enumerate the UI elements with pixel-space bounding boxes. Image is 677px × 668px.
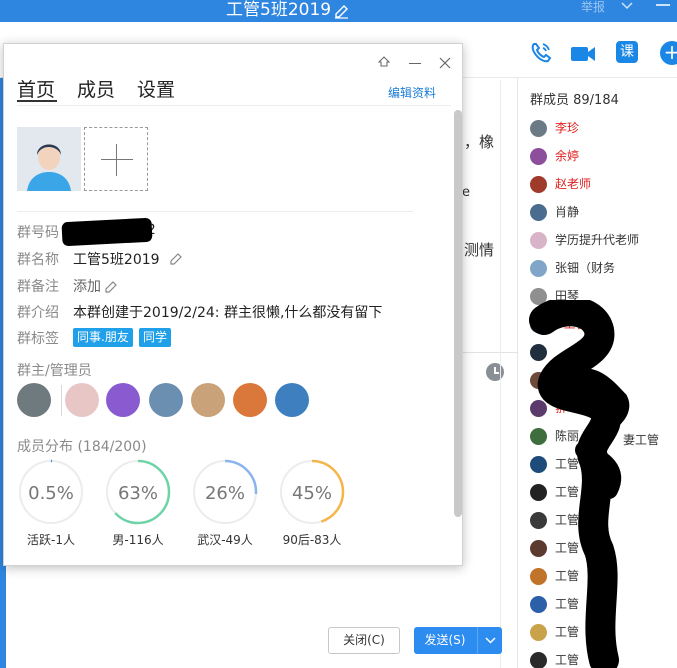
admin-avatar-6[interactable] xyxy=(275,383,309,417)
admin-avatar-1[interactable] xyxy=(65,383,99,417)
member-name: 肖静 xyxy=(555,205,580,219)
distribution-label: 成员分布 (184/200) xyxy=(17,436,147,456)
minimize-icon[interactable] xyxy=(409,63,421,64)
group-name-value: 工管5班2019 xyxy=(73,252,160,268)
tab-divider xyxy=(17,105,451,106)
redaction-mark xyxy=(61,217,153,247)
member-avatar xyxy=(530,120,547,137)
group-info-card: 首页 成员 设置 编辑资料 群号码 32 群名称 工管5班2019 群备注 添加… xyxy=(3,43,463,566)
member-avatar xyxy=(530,204,547,221)
close-icon[interactable] xyxy=(438,56,452,70)
member-name: 余婷 xyxy=(555,149,580,163)
admin-avatar-4[interactable] xyxy=(191,383,225,417)
title-bar: 工管5班2019 举报 xyxy=(0,0,677,22)
distribution-count: (184/200) xyxy=(77,439,147,455)
group-remark-add[interactable]: 添加 xyxy=(73,276,101,296)
group-tags-label: 群标签 xyxy=(17,331,59,347)
send-button[interactable]: 发送(S) xyxy=(414,627,502,654)
member-name: 赵老师 xyxy=(555,177,592,191)
group-title: 工管5班2019 xyxy=(226,0,332,20)
member-avatar xyxy=(530,148,547,165)
add-photo-button[interactable] xyxy=(84,127,148,191)
group-name-label: 群名称 xyxy=(17,252,59,268)
chevron-down-icon xyxy=(485,637,496,644)
group-tag[interactable]: 同事.朋友 xyxy=(73,328,133,347)
edit-name-icon[interactable] xyxy=(168,250,183,266)
member-count-header: 群成员 89/184 xyxy=(530,93,619,108)
edit-profile-link[interactable]: 编辑资料 xyxy=(388,84,436,101)
group-intro-label: 群介绍 xyxy=(17,305,59,321)
group-number-label: 群号码 xyxy=(17,225,59,241)
group-remark-label: 群备注 xyxy=(17,279,59,295)
member-avatar xyxy=(530,260,547,277)
group-tag[interactable]: 同学 xyxy=(139,328,172,347)
admin-divider xyxy=(61,385,62,416)
active-tab-indicator xyxy=(17,100,57,102)
chat-text-fragment: ，橡 xyxy=(464,133,495,151)
ring-percent: 45% xyxy=(291,483,332,504)
group-intro-value: 本群创建于2019/2/24: 群主很懒,什么都没有留下 xyxy=(73,305,383,321)
admin-avatar-3[interactable] xyxy=(149,383,183,417)
report-link[interactable]: 举报 xyxy=(581,0,605,14)
tab-members[interactable]: 成员 xyxy=(77,75,115,102)
member-name: 张钿（财务 xyxy=(555,261,616,275)
voice-call-icon[interactable] xyxy=(528,40,554,66)
tab-settings[interactable]: 设置 xyxy=(137,75,175,102)
chevron-down-icon[interactable] xyxy=(620,0,634,12)
member-avatar xyxy=(530,176,547,193)
admin-label: 群主/管理员 xyxy=(17,363,92,379)
ring-caption: 活跃-1人 xyxy=(27,533,75,547)
ring-caption: 90后-83人 xyxy=(282,533,342,547)
owner-avatar[interactable] xyxy=(17,383,51,417)
info-divider xyxy=(17,211,413,212)
tab-home[interactable]: 首页 xyxy=(17,75,55,102)
edit-remark-icon[interactable] xyxy=(103,278,118,294)
member-avatar xyxy=(530,232,547,249)
member-item[interactable]: 李珍 xyxy=(530,118,677,140)
member-item[interactable]: 肖静 xyxy=(530,202,677,224)
more-apps-button[interactable]: + xyxy=(660,41,677,65)
chat-scroll-track[interactable] xyxy=(500,80,516,668)
member-item[interactable]: 张钿（财务 xyxy=(530,258,677,280)
member-item[interactable]: 赵老师 xyxy=(530,174,677,196)
redaction-scribble xyxy=(529,300,630,668)
admin-avatar-5[interactable] xyxy=(233,383,267,417)
send-label: 发送(S) xyxy=(424,633,466,647)
chat-text-fragment: e xyxy=(462,185,470,200)
minimize-icon[interactable] xyxy=(656,4,670,6)
member-item[interactable]: 余婷 xyxy=(530,146,677,168)
ring-percent: 0.5% xyxy=(28,483,74,504)
member-item[interactable]: 学历提升代老师 xyxy=(530,230,677,252)
close-button[interactable]: 关闭(C) xyxy=(328,627,400,654)
distribution-title: 成员分布 xyxy=(17,439,73,455)
ring-caption: 男-116人 xyxy=(112,533,164,547)
ring-percent: 63% xyxy=(117,483,158,504)
default-avatar-icon xyxy=(17,127,81,191)
chat-text-fragment: 测情 xyxy=(464,241,495,259)
video-call-icon[interactable] xyxy=(570,41,596,67)
group-avatar[interactable] xyxy=(17,127,81,191)
lesson-button[interactable]: 课 xyxy=(616,41,638,63)
card-scrollbar[interactable] xyxy=(454,110,462,517)
ring-caption: 武汉-49人 xyxy=(197,533,253,547)
member-name: 李珍 xyxy=(555,121,580,135)
edit-title-icon[interactable] xyxy=(333,1,349,19)
pin-icon[interactable] xyxy=(377,56,391,70)
admin-avatar-2[interactable] xyxy=(106,383,140,417)
send-options-dropdown[interactable] xyxy=(477,627,502,654)
member-name: 学历提升代老师 xyxy=(555,233,640,247)
ring-percent: 26% xyxy=(204,483,245,504)
